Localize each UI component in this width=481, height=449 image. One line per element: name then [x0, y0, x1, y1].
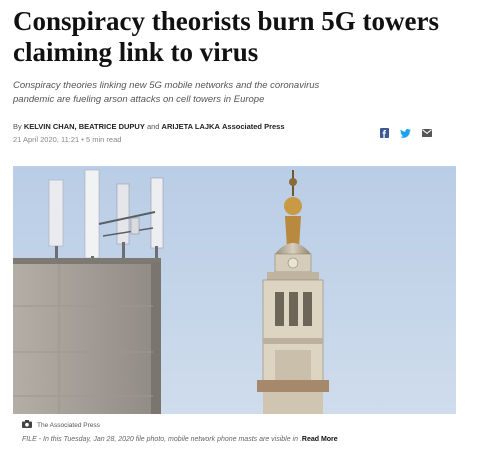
headline-line-1: Conspiracy theorists burn 5G towers	[13, 6, 439, 36]
byline-authors[interactable]: KELVIN CHAN, BEATRICE DUPUY	[24, 122, 145, 131]
meta-separator: •	[81, 135, 84, 144]
camera-icon	[22, 420, 32, 430]
byline-prefix: By	[13, 122, 22, 131]
twitter-icon[interactable]	[400, 128, 411, 138]
photo-caption: FILE - In this Tuesday, Jan 28, 2020 fil…	[22, 435, 462, 445]
subhead-line-1: Conspiracy theories linking new 5G mobil…	[13, 80, 320, 91]
byline-agency: Associated Press	[221, 122, 285, 131]
byline-conjunction: and	[146, 122, 160, 131]
article-meta: 21 April 2020, 11:21 • 5 min read	[13, 134, 313, 145]
facebook-icon[interactable]	[380, 128, 389, 138]
photo-illustration	[13, 166, 456, 414]
headline-line-2: claiming link to virus	[13, 37, 259, 67]
article-subhead: Conspiracy theories linking new 5G mobil…	[13, 79, 463, 107]
read-time: 5 min read	[86, 135, 122, 144]
subhead-line-2: pandemic are fueling arson attacks on ce…	[13, 94, 265, 105]
photo-credit-text: The Associated Press	[37, 421, 100, 429]
email-icon[interactable]	[422, 129, 432, 137]
read-more-link[interactable]: Read More	[302, 436, 338, 443]
share-bar	[380, 126, 432, 140]
byline-last-author[interactable]: ARIJETA LAJKA	[162, 122, 220, 131]
concrete-building	[13, 258, 161, 414]
byline: By KELVIN CHAN, BEATRICE DUPUY and ARIJE…	[13, 121, 373, 132]
photo-caption-text: FILE - In this Tuesday, Jan 28, 2020 fil…	[22, 436, 302, 443]
article-photo[interactable]	[13, 166, 456, 414]
article-headline: Conspiracy theorists burn 5G towers clai…	[13, 6, 473, 68]
publish-date: 21 April 2020, 11:21	[13, 135, 80, 144]
photo-credit: The Associated Press	[22, 419, 100, 431]
